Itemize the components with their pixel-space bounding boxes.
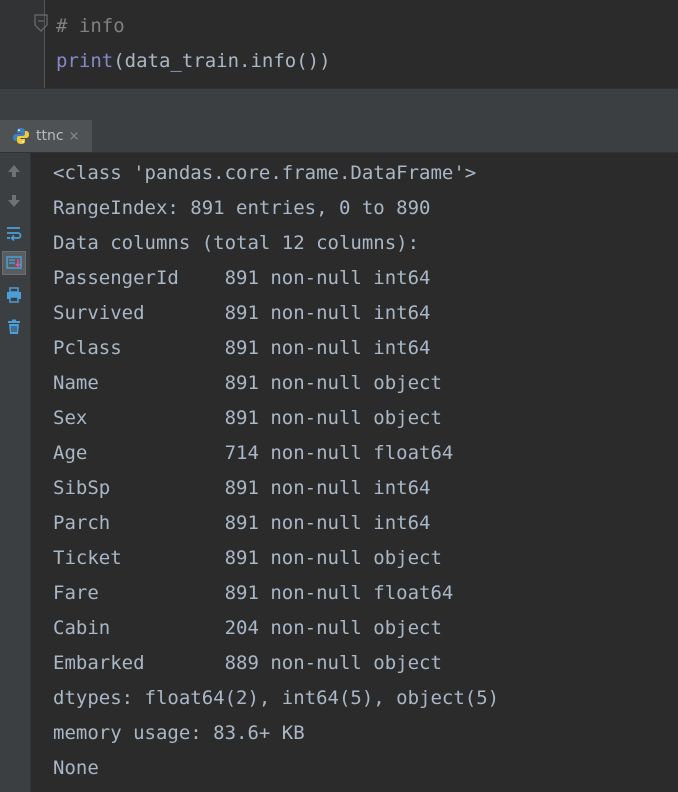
code-comment-line: # info	[56, 15, 125, 37]
console-line: Cabin 204 non-null object	[53, 617, 442, 639]
console-line: Fare 891 non-null float64	[53, 582, 454, 604]
console-line: Ticket 891 non-null object	[53, 547, 442, 569]
console-line: PassengerId 891 non-null int64	[53, 267, 431, 289]
code-print-line: print(data_train.info())	[56, 49, 331, 73]
up-arrow-button[interactable]	[2, 159, 26, 183]
print-keyword: print	[56, 50, 114, 72]
console-line: Survived 891 non-null int64	[53, 302, 431, 324]
console-line: Name 891 non-null object	[53, 372, 442, 394]
console-line: Pclass 891 non-null int64	[53, 337, 431, 359]
console-line: dtypes: float64(2), int64(5), object(5)	[53, 687, 500, 709]
print-icon	[7, 287, 21, 303]
python-icon	[13, 128, 29, 144]
run-tab-label: ttnc	[36, 128, 64, 144]
console-line: None	[53, 757, 99, 779]
trash-icon	[8, 319, 20, 334]
close-icon[interactable]: ×	[69, 129, 80, 144]
print-button[interactable]	[2, 283, 26, 307]
console-toolbar	[0, 153, 31, 792]
console-line: Sex 891 non-null object	[53, 407, 442, 429]
fold-marker-icon[interactable]	[34, 14, 48, 32]
code-editor[interactable]: # info print(data_train.info())	[0, 0, 678, 88]
console-line: memory usage: 83.6+ KB	[53, 722, 305, 744]
console-output[interactable]: <class 'pandas.core.frame.DataFrame'> Ra…	[31, 153, 678, 792]
down-arrow-button[interactable]	[2, 189, 26, 213]
console-line: Parch 891 non-null int64	[53, 512, 431, 534]
console-line: Embarked 889 non-null object	[53, 652, 442, 674]
panel-separator[interactable]	[0, 88, 678, 121]
scroll-to-end-button[interactable]	[2, 251, 26, 275]
console-line: Data columns (total 12 columns):	[53, 232, 420, 254]
run-tab-bar: ttnc ×	[0, 120, 678, 153]
console-line: Age 714 non-null float64	[53, 442, 454, 464]
console-line: RangeIndex: 891 entries, 0 to 890	[53, 197, 431, 219]
clear-all-button[interactable]	[2, 315, 26, 339]
console-line: SibSp 891 non-null int64	[53, 477, 431, 499]
down-arrow-icon	[8, 195, 20, 207]
up-arrow-icon	[8, 165, 20, 177]
console-line: <class 'pandas.core.frame.DataFrame'>	[53, 162, 477, 184]
soft-wrap-button[interactable]	[2, 221, 26, 245]
run-tab-ttnc[interactable]: ttnc ×	[0, 120, 92, 152]
soft-wrap-icon	[7, 227, 22, 242]
scroll-to-end-icon	[6, 256, 22, 269]
print-arguments: (data_train.info())	[113, 50, 331, 72]
